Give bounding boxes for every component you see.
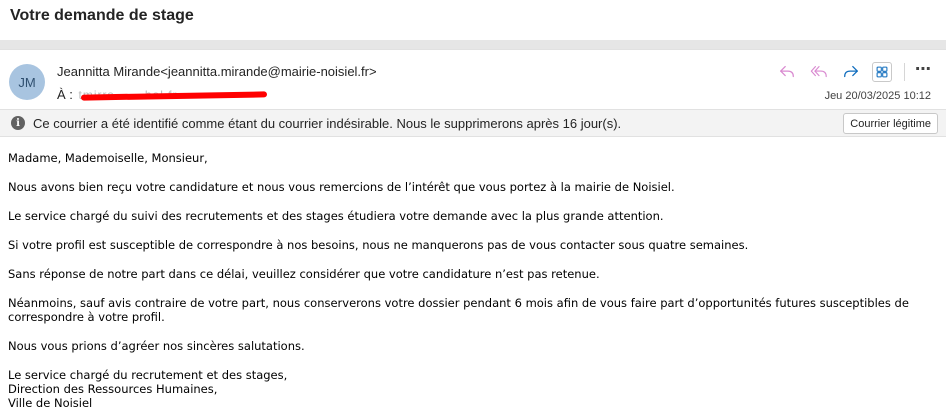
more-actions-button[interactable]: ⋯	[915, 59, 932, 79]
signature-line: Direction des Ressources Humaines,	[8, 382, 218, 396]
body-paragraph: Le service chargé du suivi des recruteme…	[8, 209, 664, 223]
subject-bar: Votre demande de stage	[0, 0, 946, 40]
signature-line: Ville de Noisiel	[8, 396, 93, 410]
reply-button[interactable]	[776, 62, 798, 82]
header-divider	[0, 40, 946, 49]
recipient-label: À :	[57, 87, 73, 102]
message-body: Madame, Mademoiselle, Monsieur, Nous avo…	[8, 151, 938, 410]
junk-notice-bar: i Ce courrier a été identifié comme étan…	[0, 109, 946, 137]
recipient-value[interactable]: tmirrs.......hol.fr	[77, 88, 267, 102]
signature: Le service chargé du recrutement et des …	[8, 368, 938, 410]
reply-icon	[780, 65, 794, 78]
signature-line: Le service chargé du recrutement et des …	[8, 368, 288, 382]
email-subject: Votre demande de stage	[10, 7, 194, 24]
toolbar-separator	[904, 63, 905, 81]
body-paragraph: Nous vous prions d’agréer nos sincères s…	[8, 339, 305, 353]
forward-icon	[844, 65, 858, 78]
sender-name[interactable]: Jeannitta Mirande<jeannitta.mirande@mair…	[57, 64, 377, 79]
apps-icon	[876, 66, 888, 78]
reply-all-button[interactable]	[808, 62, 830, 82]
not-junk-button[interactable]: Courrier légitime	[843, 113, 938, 134]
message-actions: ⋯	[776, 59, 932, 82]
body-paragraph: Si votre profil est susceptible de corre…	[8, 238, 749, 252]
recipient-row: À : tmirrs.......hol.fr	[57, 87, 267, 102]
reply-all-icon	[810, 66, 827, 78]
body-paragraph: Sans réponse de notre part dans ce délai…	[8, 267, 600, 281]
body-greeting: Madame, Mademoiselle, Monsieur,	[8, 151, 208, 165]
sender-avatar[interactable]: JM	[9, 64, 45, 100]
junk-notice-text: Ce courrier a été identifié comme étant …	[33, 116, 622, 131]
apps-button[interactable]	[872, 62, 892, 82]
info-icon: i	[11, 116, 25, 130]
forward-button[interactable]	[840, 62, 862, 82]
body-paragraph: Nous avons bien reçu votre candidature e…	[8, 180, 675, 194]
body-paragraph: Néanmoins, sauf avis contraire de votre …	[8, 296, 909, 324]
message-date: Jeu 20/03/2025 10:12	[824, 90, 931, 102]
